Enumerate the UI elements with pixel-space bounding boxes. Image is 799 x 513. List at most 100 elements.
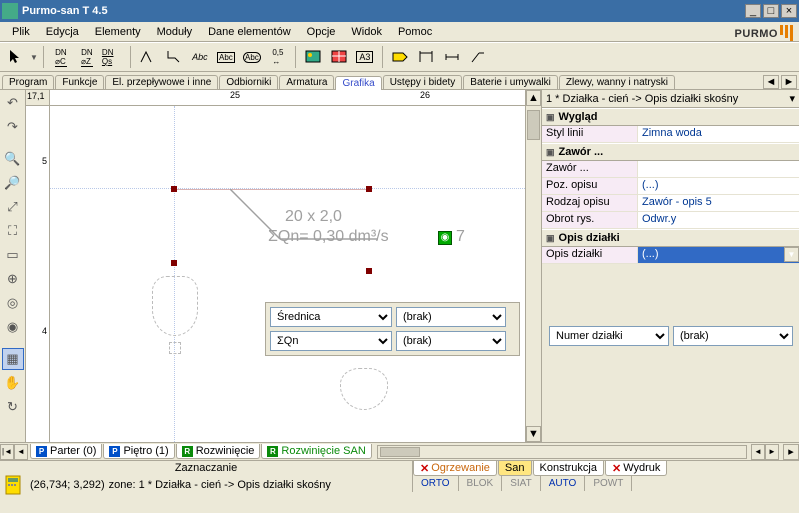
tool-select[interactable] — [4, 45, 28, 69]
vtab-konstrukcja[interactable]: Konstrukcja — [533, 461, 604, 476]
marker-icon[interactable]: ◉ — [438, 231, 452, 245]
lt-zoom-target[interactable]: ◎ — [2, 292, 24, 314]
select-qn-val[interactable]: (brak) — [396, 331, 506, 351]
menu-elementy[interactable]: Elementy — [87, 24, 149, 40]
tab-scroll-left[interactable]: ◄ — [763, 75, 779, 89]
tool-a3[interactable]: A3 — [353, 45, 377, 69]
sheet-scroll-right[interactable]: ► — [765, 444, 779, 460]
menu-pomoc[interactable]: Pomoc — [390, 24, 440, 40]
close-button[interactable]: × — [781, 4, 797, 18]
sheet-rozwiniecie-san[interactable]: RRozwinięcie SAN — [261, 444, 371, 459]
select-srednica-val[interactable]: (brak) — [396, 307, 506, 327]
window-title: Purmo-san T 4.5 — [22, 5, 743, 17]
lt-refresh[interactable]: ↻ — [2, 396, 24, 418]
maximize-button[interactable]: □ — [763, 4, 779, 18]
tool-dnqs[interactable]: DN Qs — [101, 45, 125, 69]
vtab-ogrzewanie[interactable]: ✕Ogrzewanie — [413, 461, 497, 476]
prop-styl-linii[interactable]: Zimna woda — [638, 126, 799, 142]
lt-zoom-fit[interactable]: ⛶ — [2, 220, 24, 242]
menu-moduly[interactable]: Moduły — [149, 24, 200, 40]
tool-dimension[interactable] — [414, 45, 438, 69]
lt-pan[interactable]: ✋ — [2, 372, 24, 394]
mode-siat[interactable]: SIAT — [502, 476, 540, 491]
lt-undo[interactable]: ↶ — [2, 92, 24, 114]
tool-scale[interactable]: 0,5↔ — [266, 45, 290, 69]
prop-group-opis[interactable]: Opis działki — [542, 229, 799, 247]
menu-dane[interactable]: Dane elementów — [200, 24, 299, 40]
sheet-parter[interactable]: PParter (0) — [30, 444, 102, 459]
tool-tag-yellow[interactable] — [388, 45, 412, 69]
scrollbar-horizontal[interactable] — [377, 445, 747, 459]
chevron-down-icon[interactable]: ▼ — [784, 247, 799, 262]
menu-widok[interactable]: Widok — [343, 24, 390, 40]
tool-leader[interactable] — [466, 45, 490, 69]
tab-armatura[interactable]: Armatura — [279, 75, 334, 89]
vtab-san[interactable]: San — [498, 461, 532, 476]
tool-text-box2[interactable]: Abc — [240, 45, 264, 69]
lt-zoom-out[interactable]: 🔎 — [2, 172, 24, 194]
tab-zlewy[interactable]: Zlewy, wanny i natryski — [559, 75, 675, 89]
menu-opcje[interactable]: Opcje — [299, 24, 344, 40]
mode-blok[interactable]: BLOK — [459, 476, 503, 491]
sheet-nav-prev[interactable]: ◄ — [14, 444, 28, 460]
tool-shape[interactable] — [162, 45, 186, 69]
mode-orto[interactable]: ORTO — [413, 476, 459, 491]
lt-layers[interactable]: ▦ — [2, 348, 24, 370]
tab-odbiorniki[interactable]: Odbiorniki — [219, 75, 278, 89]
prop-obrot[interactable]: Odwr.y — [638, 212, 799, 228]
tool-dn2[interactable]: DN⌀Z — [75, 45, 99, 69]
panel-dropdown-icon[interactable]: ▾ — [789, 92, 795, 105]
tool-dim2[interactable] — [440, 45, 464, 69]
select-qn[interactable]: ΣQn — [270, 331, 392, 351]
lt-zoom-in[interactable]: 🔍 — [2, 148, 24, 170]
tab-funkcje[interactable]: Funkcje — [55, 75, 104, 89]
mode-powt[interactable]: POWT — [585, 476, 632, 491]
tool-grid[interactable] — [327, 45, 351, 69]
work-area: ↶ ↷ 🔍 🔎 ⤢ ⛶ ▭ ⊕ ◎ ◉ ▦ ✋ ↻ 17,1 25 26 5 4 — [0, 90, 799, 442]
panel-toggle-button[interactable]: ▸ — [783, 444, 799, 460]
minimize-button[interactable]: _ — [745, 4, 761, 18]
fixture-urinal-1[interactable] — [152, 276, 198, 336]
select-srednica[interactable]: Średnica — [270, 307, 392, 327]
sheet-rozwiniecie[interactable]: RRozwinięcie — [176, 444, 261, 459]
mode-auto[interactable]: AUTO — [541, 476, 586, 491]
tab-program[interactable]: Program — [2, 75, 54, 89]
vtab-wydruk[interactable]: ✕Wydruk — [605, 461, 667, 476]
prop-group-zawor[interactable]: Zawór ... — [542, 143, 799, 161]
tab-scroll-right[interactable]: ► — [781, 75, 797, 89]
prop-rodzaj-opisu[interactable]: Zawór - opis 5 — [638, 195, 799, 211]
prop-opis-dzialki[interactable]: (...)▼ — [638, 247, 799, 263]
left-toolbar: ↶ ↷ 🔍 🔎 ⤢ ⛶ ▭ ⊕ ◎ ◉ ▦ ✋ ↻ — [0, 90, 26, 442]
prop-group-wyglad[interactable]: Wygląd — [542, 108, 799, 126]
scrollbar-vertical[interactable]: ▲ ▼ — [525, 90, 541, 442]
tool-polyline[interactable] — [136, 45, 160, 69]
ruler-horizontal: 25 26 — [50, 90, 525, 106]
tab-ustepy[interactable]: Ustępy i bidety — [383, 75, 463, 89]
tool-dn1[interactable]: DN⌀C — [49, 45, 73, 69]
lt-zoom-all[interactable]: ⊕ — [2, 268, 24, 290]
calculator-icon[interactable] — [4, 474, 26, 496]
menu-plik[interactable]: Plik — [4, 24, 38, 40]
select-numer-val[interactable]: (brak) — [673, 326, 793, 346]
prop-poz-opisu[interactable]: (...) — [638, 178, 799, 194]
sheet-pietro[interactable]: PPiętro (1) — [103, 444, 174, 459]
tab-przeplyw[interactable]: El. przepływowe i inne — [105, 75, 218, 89]
fixture-urinal-2[interactable] — [340, 368, 388, 410]
sheet-scroll-left[interactable]: ◄ — [751, 444, 765, 460]
lt-redo[interactable]: ↷ — [2, 116, 24, 138]
tab-grafika[interactable]: Grafika — [335, 76, 381, 90]
prop-zawor[interactable] — [638, 161, 799, 177]
select-numer[interactable]: Numer działki — [549, 326, 669, 346]
lt-zoom-fit-v[interactable]: ⤢ — [2, 196, 24, 218]
lt-zoom-window[interactable]: ▭ — [2, 244, 24, 266]
lt-zoom-sel[interactable]: ◉ — [2, 316, 24, 338]
label-qn: ΣQn= 0,30 dm³/s — [268, 228, 389, 246]
tool-image[interactable] — [301, 45, 325, 69]
marker-number: 7 — [456, 228, 465, 246]
menu-edycja[interactable]: Edycja — [38, 24, 87, 40]
sheet-nav-first[interactable]: |◄ — [0, 444, 14, 460]
drawing-canvas[interactable]: 20 x 2,0 ΣQn= 0,30 dm³/s ◉ 7 — [50, 106, 525, 442]
tool-text-box1[interactable]: Abc — [214, 45, 238, 69]
tab-baterie[interactable]: Baterie i umywalki — [463, 75, 558, 89]
tool-text-abc[interactable]: Abc — [188, 45, 212, 69]
